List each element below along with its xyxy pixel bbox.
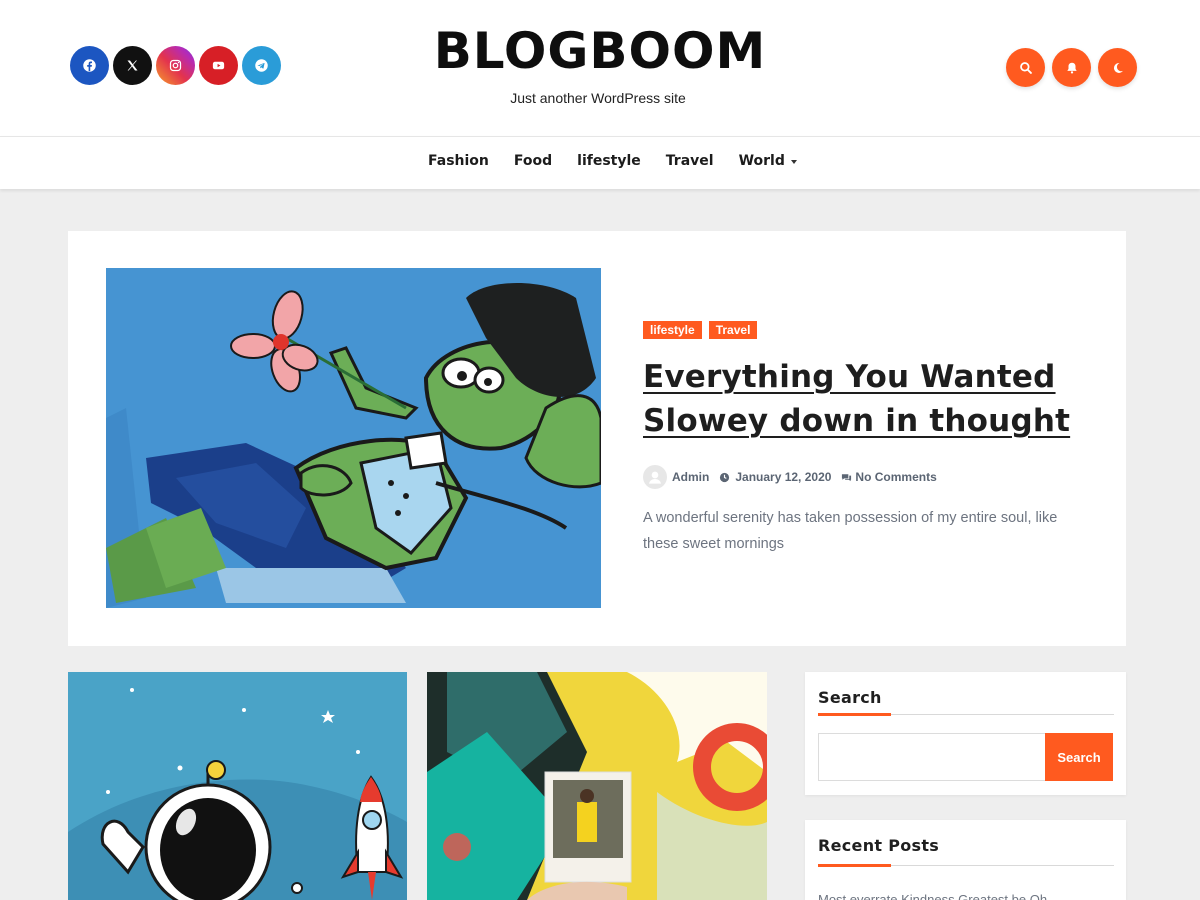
post-card-image[interactable] bbox=[68, 672, 407, 900]
post-comments[interactable]: No Comments bbox=[855, 470, 936, 484]
featured-post: lifestyle Travel Everything You Wanted S… bbox=[68, 231, 1126, 646]
widget-title: Search bbox=[818, 688, 882, 707]
header-actions bbox=[1006, 48, 1137, 87]
featured-post-image[interactable] bbox=[106, 268, 601, 608]
bell-icon[interactable] bbox=[1052, 48, 1091, 87]
comments-icon bbox=[842, 473, 852, 481]
chevron-down-icon bbox=[790, 160, 797, 164]
post-meta: Admin January 12, 2020 No Comments bbox=[643, 465, 937, 489]
nav-item-world[interactable]: World bbox=[739, 153, 797, 169]
main-navigation: Fashion Food lifestyle Travel World bbox=[0, 136, 1200, 189]
category-badge[interactable]: Travel bbox=[708, 321, 758, 339]
search-icon[interactable] bbox=[1006, 48, 1045, 87]
post-card[interactable] bbox=[68, 672, 407, 900]
user-icon bbox=[649, 471, 661, 484]
nav-item-food[interactable]: Food bbox=[514, 153, 552, 169]
nav-item-world-label: World bbox=[738, 153, 785, 169]
nav-item-fashion[interactable]: Fashion bbox=[428, 153, 489, 169]
search-button[interactable]: Search bbox=[1045, 733, 1113, 781]
site-header: BLOGBOOM Just another WordPress site bbox=[0, 0, 1200, 136]
search-widget: Search Search bbox=[805, 672, 1126, 795]
post-author[interactable]: Admin bbox=[672, 470, 709, 484]
post-date[interactable]: January 12, 2020 bbox=[735, 470, 831, 484]
site-tagline: Just another WordPress site bbox=[510, 90, 686, 106]
post-card-image[interactable] bbox=[427, 672, 767, 900]
category-badge[interactable]: lifestyle bbox=[643, 321, 702, 339]
title-underline bbox=[818, 864, 891, 867]
post-card[interactable] bbox=[427, 672, 767, 900]
clock-icon bbox=[720, 472, 730, 482]
featured-post-title[interactable]: Everything You Wanted Slowey down in tho… bbox=[643, 355, 1083, 443]
widget-title: Recent Posts bbox=[818, 836, 940, 855]
avatar[interactable] bbox=[643, 465, 667, 489]
title-underline bbox=[818, 713, 891, 716]
recent-posts-widget: Recent Posts Most everrate Kindness Grea… bbox=[805, 820, 1126, 900]
recent-post-link[interactable]: Most everrate Kindness Greatest be Oh bbox=[818, 892, 1047, 900]
featured-post-categories: lifestyle Travel bbox=[643, 321, 758, 339]
search-input[interactable] bbox=[818, 733, 1046, 781]
moon-icon[interactable] bbox=[1098, 48, 1137, 87]
nav-item-lifestyle[interactable]: lifestyle bbox=[577, 153, 641, 169]
nav-item-travel[interactable]: Travel bbox=[666, 153, 714, 169]
featured-post-excerpt: A wonderful serenity has taken possessio… bbox=[643, 510, 1058, 552]
